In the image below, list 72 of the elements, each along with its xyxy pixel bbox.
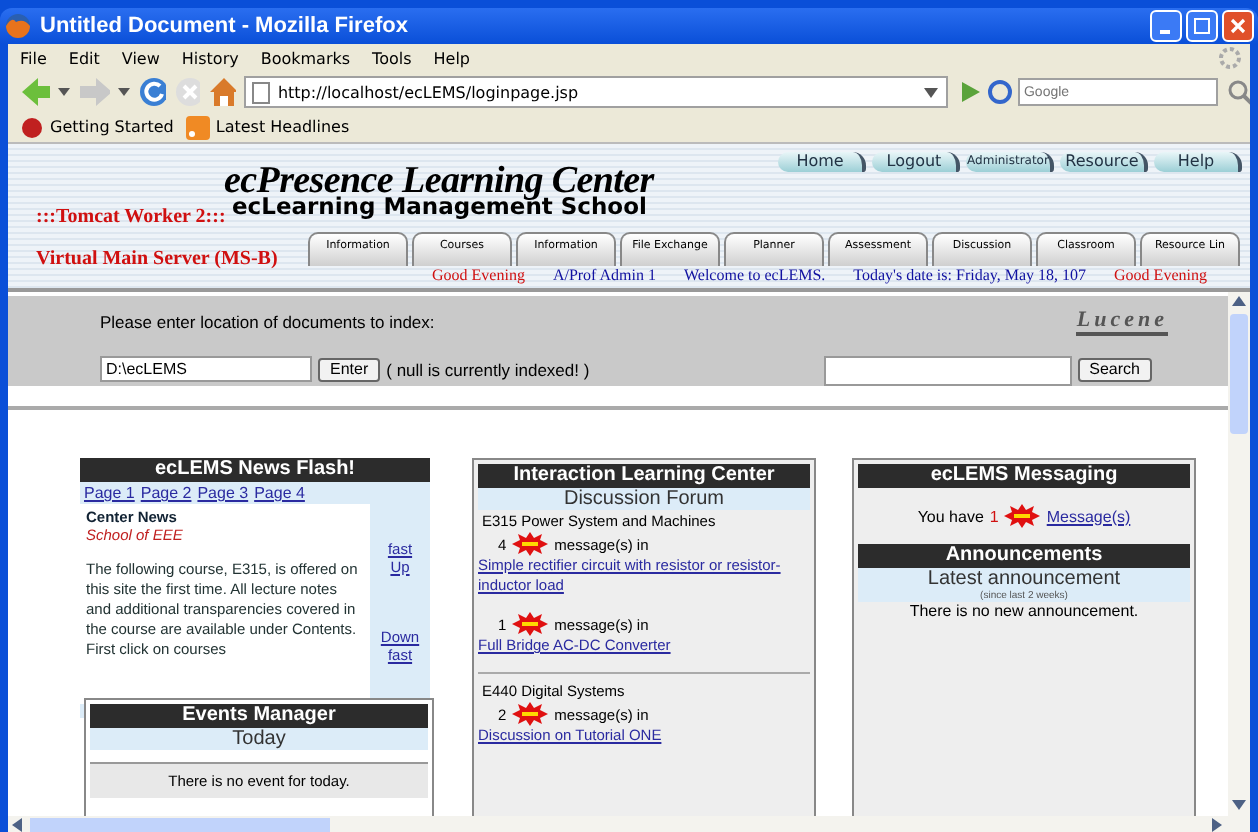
scroll-left-icon[interactable] — [12, 817, 22, 831]
page-icon — [251, 81, 270, 103]
page-link[interactable]: Page 1 — [84, 484, 135, 502]
lucene-logo: Lucene — [1076, 308, 1168, 336]
panel-heading: Events Manager — [90, 704, 428, 728]
scroll-up-icon[interactable] — [1232, 296, 1246, 306]
search-input[interactable] — [823, 356, 1072, 386]
site-subtitle: ecLearning Management School — [232, 194, 647, 218]
rss-icon — [185, 115, 210, 139]
new-badge-icon — [512, 532, 549, 556]
bookmark-link[interactable]: Latest Headlines — [185, 115, 350, 139]
messages-link[interactable]: Message(s) — [1046, 507, 1131, 525]
index-prompt: Please enter location of documents to index: — [100, 312, 435, 332]
menu-item[interactable]: Tools — [372, 49, 412, 67]
panel-subheading: Latest announcement — [927, 568, 1121, 590]
new-badge-icon — [512, 702, 549, 726]
search-engine-icon[interactable] — [987, 80, 1016, 104]
index-note: ( null is currently indexed! ) — [386, 359, 592, 379]
status-text: Welcome to ecLEMS. — [684, 266, 826, 284]
page-link[interactable]: Page 2 — [140, 484, 192, 502]
scroll-thumb[interactable] — [30, 817, 330, 831]
status-text: Good Evening — [1114, 266, 1207, 284]
enter-button[interactable]: Enter — [318, 357, 381, 381]
menu-item[interactable]: File — [20, 49, 47, 67]
search-icon[interactable] — [1225, 78, 1250, 106]
bookmark-link[interactable]: Getting Started — [20, 115, 174, 139]
menu-item[interactable]: Bookmarks — [260, 49, 351, 67]
page-link[interactable]: Page 4 — [254, 484, 305, 502]
panel-heading: ecLEMS Messaging — [858, 464, 1190, 488]
scroll-right-icon[interactable] — [1212, 817, 1222, 831]
nav-button[interactable]: Home — [778, 152, 866, 172]
new-badge-icon — [1004, 504, 1041, 528]
minimize-button[interactable] — [1150, 10, 1182, 42]
panel-subheading: Today — [90, 728, 428, 750]
vertical-scrollbar[interactable] — [1228, 292, 1250, 816]
reload-icon[interactable] — [137, 76, 166, 108]
status-text: A/Prof Admin 1 — [552, 266, 656, 284]
nav-button[interactable]: Help — [1154, 152, 1242, 172]
menu-item[interactable]: History — [181, 49, 239, 67]
panel-heading: Announcements — [858, 544, 1190, 568]
throbber-icon — [1218, 46, 1242, 70]
menu-item[interactable]: Help — [433, 49, 471, 67]
panel-heading: ecLEMS News Flash! — [80, 458, 430, 482]
dropdown-arrow-icon[interactable] — [923, 87, 938, 97]
message-count: 1 — [989, 507, 999, 525]
message-prefix: You have — [917, 507, 984, 525]
nav-button[interactable]: Logout — [872, 152, 960, 172]
announcement-message: There is no new announcement. — [907, 602, 1141, 620]
window-title: Untitled Document - Mozilla Firefox — [40, 14, 408, 38]
close-button[interactable] — [1222, 10, 1254, 42]
scroll-thumb[interactable] — [1230, 314, 1248, 434]
status-text: Good Evening — [432, 266, 525, 284]
menu-item[interactable]: Edit — [68, 49, 100, 67]
globe-icon — [4, 12, 32, 40]
scroll-down-icon[interactable] — [1232, 800, 1246, 810]
panel-subheading: Discussion Forum — [478, 488, 810, 510]
new-badge-icon — [512, 612, 549, 636]
menu-item[interactable]: View — [121, 49, 160, 67]
search-button[interactable]: Search — [1077, 357, 1152, 381]
panel-heading: Interaction Learning Center — [478, 464, 810, 488]
page-link[interactable]: Page 3 — [197, 484, 249, 502]
close-icon — [1230, 18, 1246, 34]
home-icon[interactable] — [208, 76, 236, 108]
horizontal-scrollbar[interactable] — [8, 816, 1250, 832]
address-field[interactable]: http://localhost/ecLEMS/loginpage.jsp — [243, 76, 948, 108]
status-text: Today's date is: Friday, May 18, 107 — [853, 266, 1087, 284]
maximize-icon — [1194, 18, 1210, 34]
path-field[interactable]: D:\ecLEMS — [100, 356, 312, 382]
nav-button[interactable]: Resource — [1060, 152, 1148, 172]
server-label: Virtual Main Server (MS-B) — [36, 248, 278, 270]
bookmark-icon — [20, 115, 44, 139]
maximize-button[interactable] — [1186, 10, 1218, 42]
